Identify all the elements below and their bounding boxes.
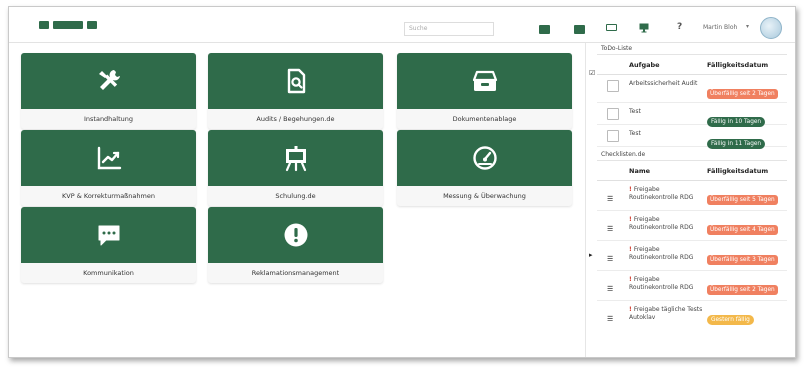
tile-schulung[interactable]: Schulung.de — [208, 130, 383, 206]
panel-divider[interactable] — [585, 43, 586, 357]
col-due: Fälligkeitsdatum — [707, 60, 769, 69]
tools-icon — [98, 70, 120, 90]
status-badge: Überfällig seit 5 Tagen — [707, 195, 778, 205]
collapse-arrow-icon[interactable]: ▸ — [589, 251, 593, 259]
document-search-icon — [287, 68, 305, 94]
checklist-icon: ☰ — [607, 195, 614, 203]
checklist-icon: ☰ — [607, 225, 614, 233]
checklist-icon: ☰ — [607, 285, 614, 293]
todo-row[interactable]: Test Fällig in 11 Tagen — [597, 125, 787, 149]
presentation-board-icon — [285, 146, 306, 172]
chat-bubble-icon — [98, 225, 119, 246]
todo-checkbox[interactable] — [607, 108, 619, 120]
todo-checkbox[interactable] — [607, 130, 619, 142]
chart-trend-icon — [97, 146, 121, 170]
top-bar: Suche ? Martin Bloh ▾ — [9, 7, 795, 43]
right-sidebar: ToDo-Liste Aufgabe Fälligkeitsdatum Arbe… — [597, 43, 787, 357]
col-name: Name — [629, 166, 651, 175]
checklists-title: Checklisten.de — [597, 149, 787, 161]
checklist-row[interactable]: ☰ ! Freigabe Routinekontrolle RDG Überfä… — [597, 211, 787, 241]
app-window: Suche ? Martin Bloh ▾ Instandhaltung Aud… — [8, 6, 796, 358]
tile-messung[interactable]: Messung & Überwachung — [397, 130, 572, 206]
tile-label: KVP & Korrekturmaßnahmen — [62, 192, 155, 200]
checkbox-toggle-icon[interactable]: ☑ — [589, 69, 595, 77]
todo-task: Test — [629, 108, 641, 115]
checklist-name: Freigabe tägliche Tests Autoklav — [629, 306, 703, 321]
print-icon[interactable] — [606, 24, 617, 31]
tile-reklamation[interactable]: Reklamationsmanagement — [208, 207, 383, 283]
chevron-down-icon[interactable]: ▾ — [746, 23, 749, 30]
tile-label: Dokumentenablage — [452, 115, 517, 123]
todo-checkbox[interactable] — [607, 80, 619, 92]
status-badge: Fällig in 10 Tagen — [707, 117, 766, 127]
checklist-row[interactable]: ☰ ! Freigabe tägliche Tests Autoklav Ges… — [597, 301, 787, 329]
tile-label: Messung & Überwachung — [443, 192, 526, 200]
toolbar-button-1[interactable] — [39, 21, 49, 29]
tile-label: Schulung.de — [275, 192, 316, 200]
search-input[interactable]: Suche — [404, 22, 494, 36]
tile-kommunikation[interactable]: Kommunikation — [21, 207, 196, 283]
todo-row[interactable]: Arbeitssicherheit Audit Überfällig seit … — [597, 75, 787, 103]
checklist-row[interactable]: ☰ ! Freigabe Routinekontrolle RDG Überfä… — [597, 181, 787, 211]
col-due: Fälligkeitsdatum — [707, 166, 769, 175]
status-badge: Überfällig seit 4 Tagen — [707, 225, 778, 235]
user-name[interactable]: Martin Bloh — [703, 24, 737, 31]
checklist-row[interactable]: ☰ ! Freigabe Routinekontrolle RDG Überfä… — [597, 271, 787, 301]
toolbar-button-3[interactable] — [87, 21, 97, 29]
todo-task: Test — [629, 130, 641, 137]
status-badge: Fällig in 11 Tagen — [707, 139, 766, 149]
checklist-table-header: Name Fälligkeitsdatum — [597, 161, 787, 181]
status-badge: Überfällig seit 2 Tagen — [707, 89, 778, 99]
gauge-icon — [472, 146, 497, 170]
tile-label: Kommunikation — [83, 269, 134, 277]
status-badge: Überfällig seit 3 Tagen — [707, 255, 778, 265]
monitor-icon[interactable] — [639, 23, 649, 33]
todo-task: Arbeitssicherheit Audit — [629, 80, 698, 87]
checklist-row[interactable]: ☰ ! Freigabe Routinekontrolle RDG Überfä… — [597, 241, 787, 271]
checklist-name: Freigabe Routinekontrolle RDG — [629, 276, 694, 291]
checklist-icon: ☰ — [607, 315, 614, 323]
archive-box-icon — [472, 70, 497, 91]
calendar-icon[interactable] — [574, 25, 585, 34]
todo-row[interactable]: Test Fällig in 10 Tagen — [597, 103, 787, 127]
checklist-name: Freigabe Routinekontrolle RDG — [629, 246, 694, 261]
tile-label: Reklamationsmanagement — [251, 269, 340, 277]
tile-audits[interactable]: Audits / Begehungen.de — [208, 53, 383, 129]
todo-table-header: Aufgabe Fälligkeitsdatum — [597, 55, 787, 75]
status-badge: Gestern fällig — [707, 315, 754, 325]
checklist-name: Freigabe Routinekontrolle RDG — [629, 216, 694, 231]
tile-dokumentenablage[interactable]: Dokumentenablage — [397, 53, 572, 129]
help-button[interactable]: ? — [677, 22, 682, 32]
todo-title: ToDo-Liste — [597, 43, 787, 55]
status-badge: Überfällig seit 2 Tagen — [707, 285, 778, 295]
top-left-controls — [29, 21, 97, 29]
tile-label: Instandhaltung — [83, 115, 134, 123]
checklist-name: Freigabe Routinekontrolle RDG — [629, 186, 694, 201]
tile-instandhaltung[interactable]: Instandhaltung — [21, 53, 196, 129]
avatar[interactable] — [760, 17, 782, 39]
tile-kvp[interactable]: KVP & Korrekturmaßnahmen — [21, 130, 196, 206]
checklist-icon: ☰ — [607, 255, 614, 263]
exclamation-circle-icon — [284, 223, 307, 247]
col-task: Aufgabe — [629, 60, 660, 69]
mail-icon[interactable] — [539, 25, 550, 34]
toolbar-button-2[interactable] — [53, 21, 83, 29]
tile-label: Audits / Begehungen.de — [256, 115, 335, 123]
